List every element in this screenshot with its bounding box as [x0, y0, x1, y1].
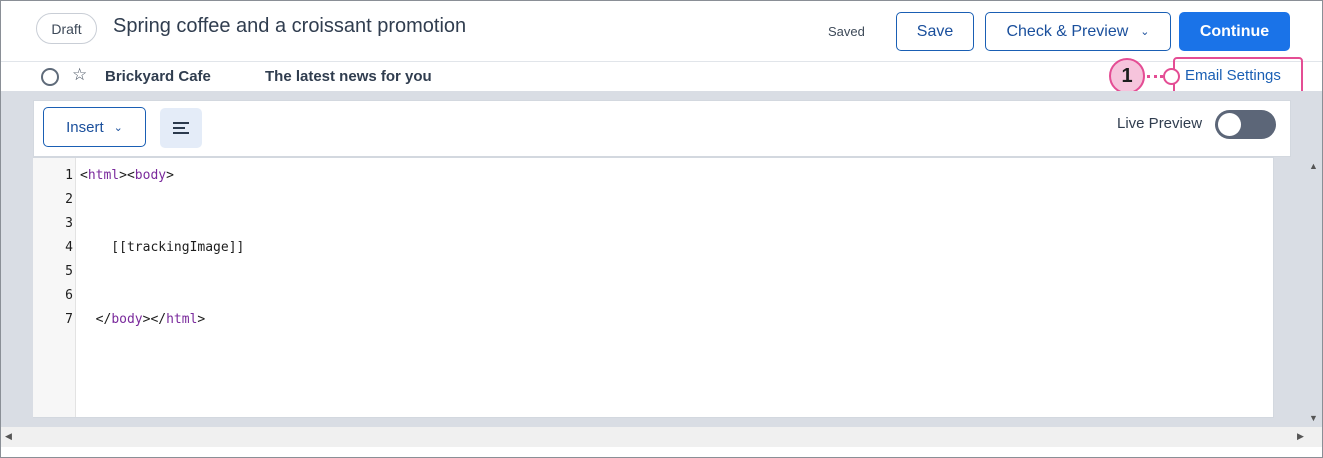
code-punct: >	[197, 312, 206, 327]
sender-name: Brickyard Cafe	[105, 68, 211, 85]
line-number: 4	[65, 240, 73, 255]
live-preview-toggle[interactable]	[1215, 110, 1276, 139]
editor-toolbar	[33, 100, 1291, 157]
code-line[interactable]: </body></html>	[80, 312, 206, 327]
email-settings-link[interactable]: Email Settings	[1185, 67, 1281, 84]
continue-button[interactable]: Continue	[1179, 12, 1290, 51]
check-preview-button[interactable]: Check & Preview ⌄	[985, 12, 1171, 51]
page-title[interactable]: Spring coffee and a croissant promotion	[113, 15, 466, 38]
bottom-strip	[1, 447, 1322, 457]
format-align-button[interactable]	[160, 108, 202, 148]
status-badge: Draft	[36, 13, 97, 44]
line-number: 6	[65, 288, 73, 303]
select-radio[interactable]	[41, 68, 59, 86]
code-tag: body	[111, 312, 143, 327]
insert-button[interactable]: Insert ⌄	[43, 107, 146, 147]
vertical-scrollbar[interactable]: ▲ ▼	[1305, 157, 1322, 427]
code-punct: ><	[119, 168, 135, 183]
line-number: 5	[65, 264, 73, 279]
callout-badge: 1	[1109, 58, 1145, 94]
code-line[interactable]: <html><body>	[80, 168, 174, 183]
code-line[interactable]: [[trackingImage]]	[80, 240, 244, 255]
continue-button-label: Continue	[1199, 22, 1270, 40]
code-tag: body	[134, 168, 167, 183]
line-number: 1	[65, 168, 73, 183]
line-number: 2	[65, 192, 73, 207]
line-number: 3	[65, 216, 73, 231]
save-button[interactable]: Save	[896, 12, 974, 51]
email-subject: The latest news for you	[265, 68, 432, 85]
horizontal-scrollbar[interactable]: ◀ ▶	[1, 427, 1322, 447]
saved-status: Saved	[828, 24, 865, 39]
save-button-label: Save	[916, 22, 954, 40]
chevron-down-icon: ⌄	[1140, 26, 1150, 38]
check-preview-label: Check & Preview	[1006, 22, 1129, 40]
code-punct: ></	[142, 312, 167, 327]
code-editor[interactable]	[33, 157, 1274, 418]
chevron-down-icon: ⌄	[113, 121, 123, 134]
star-icon[interactable]: ☆	[72, 65, 87, 85]
scroll-up-icon[interactable]: ▲	[1309, 161, 1318, 171]
callout-ring	[1163, 68, 1180, 85]
toggle-knob	[1218, 113, 1241, 136]
line-number: 7	[65, 312, 73, 327]
align-left-icon	[173, 119, 189, 137]
insert-label: Insert	[66, 118, 104, 136]
scroll-right-icon[interactable]: ▶	[1297, 431, 1304, 442]
live-preview-label: Live Preview	[1117, 115, 1203, 132]
scroll-down-icon[interactable]: ▼	[1309, 413, 1318, 423]
code-tag: html	[87, 168, 120, 183]
code-punct: </	[80, 312, 112, 327]
code-tag: html	[166, 312, 198, 327]
code-punct: <	[80, 168, 88, 183]
scroll-left-icon[interactable]: ◀	[5, 431, 12, 442]
callout-connector	[1147, 75, 1163, 78]
code-punct: >	[166, 168, 174, 183]
